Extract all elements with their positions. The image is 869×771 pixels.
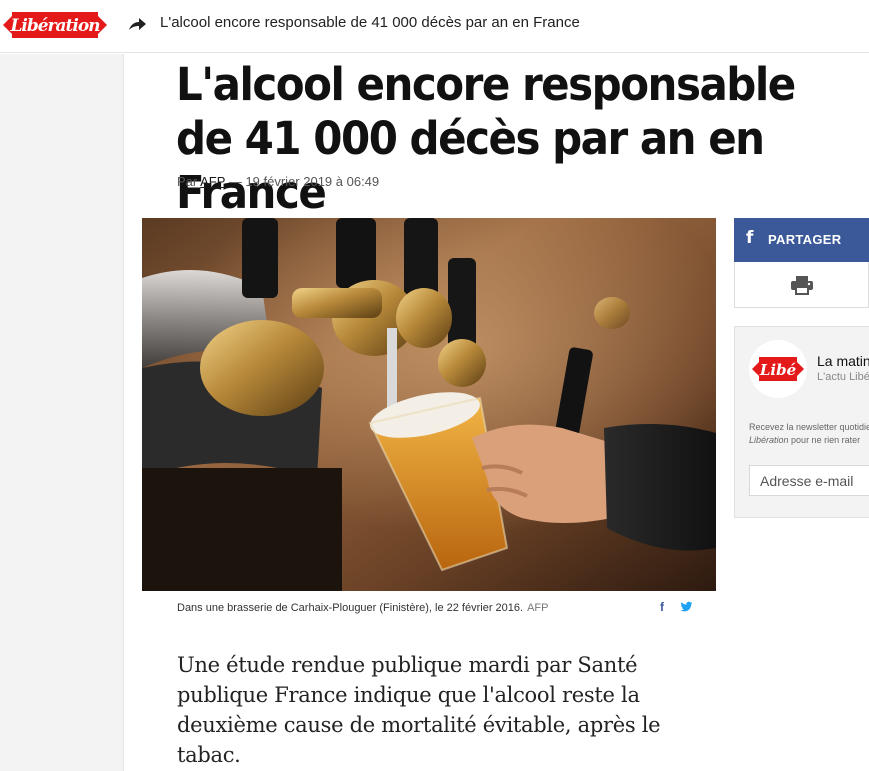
- facebook-icon: f: [746, 228, 754, 248]
- share-arrow-icon[interactable]: [127, 15, 147, 33]
- byline-prefix: Par: [177, 174, 198, 189]
- caption-text: Dans une brasserie de Carhaix-Plouguer (…: [177, 602, 524, 614]
- logo-text: Libération: [9, 16, 100, 36]
- newsletter-desc-line1: Recevez la newsletter quotidienne: [749, 422, 869, 432]
- newsletter-title: La matinale: [817, 353, 869, 369]
- share-label: PARTAGER: [768, 232, 842, 247]
- newsletter-panel: Libé La matinale L'actu Libé Recevez la …: [734, 326, 869, 518]
- newsletter-subtitle: L'actu Libé: [817, 371, 869, 383]
- article-photo: [142, 218, 716, 591]
- author-link[interactable]: AFP: [200, 174, 225, 189]
- top-article-title: L'alcool encore responsable de 41 000 dé…: [160, 14, 580, 31]
- caption-credit: AFP: [527, 602, 549, 614]
- article-headline: L'alcool encore responsable de 41 000 dé…: [176, 58, 796, 219]
- article-lead: Une étude rendue publique mardi par Sant…: [177, 653, 661, 767]
- byline: Par AFP — 19 février 2019 à 06:49: [177, 174, 379, 189]
- photo-caption: Dans une brasserie de Carhaix-Plouguer (…: [177, 602, 548, 614]
- libe-logo-text: Libé: [759, 361, 796, 379]
- liberation-logo[interactable]: Libération: [3, 6, 107, 44]
- printer-icon: [791, 276, 813, 295]
- newsletter-desc-brand: Libération: [749, 435, 789, 445]
- print-button[interactable]: [734, 262, 869, 308]
- left-rail: [0, 54, 124, 771]
- byline-date: — 19 février 2019 à 06:49: [228, 174, 380, 189]
- newsletter-description: Recevez la newsletter quotidienne Libéra…: [749, 421, 869, 447]
- libe-logo: Libé: [749, 340, 807, 398]
- top-bar: Libération L'alcool encore responsable d…: [0, 0, 869, 53]
- facebook-share-button[interactable]: f PARTAGER: [734, 218, 869, 262]
- twitter-icon[interactable]: [680, 601, 693, 613]
- facebook-icon[interactable]: f: [660, 600, 664, 614]
- newsletter-desc-line2: pour ne rien rater: [791, 435, 861, 445]
- email-field[interactable]: [749, 465, 869, 496]
